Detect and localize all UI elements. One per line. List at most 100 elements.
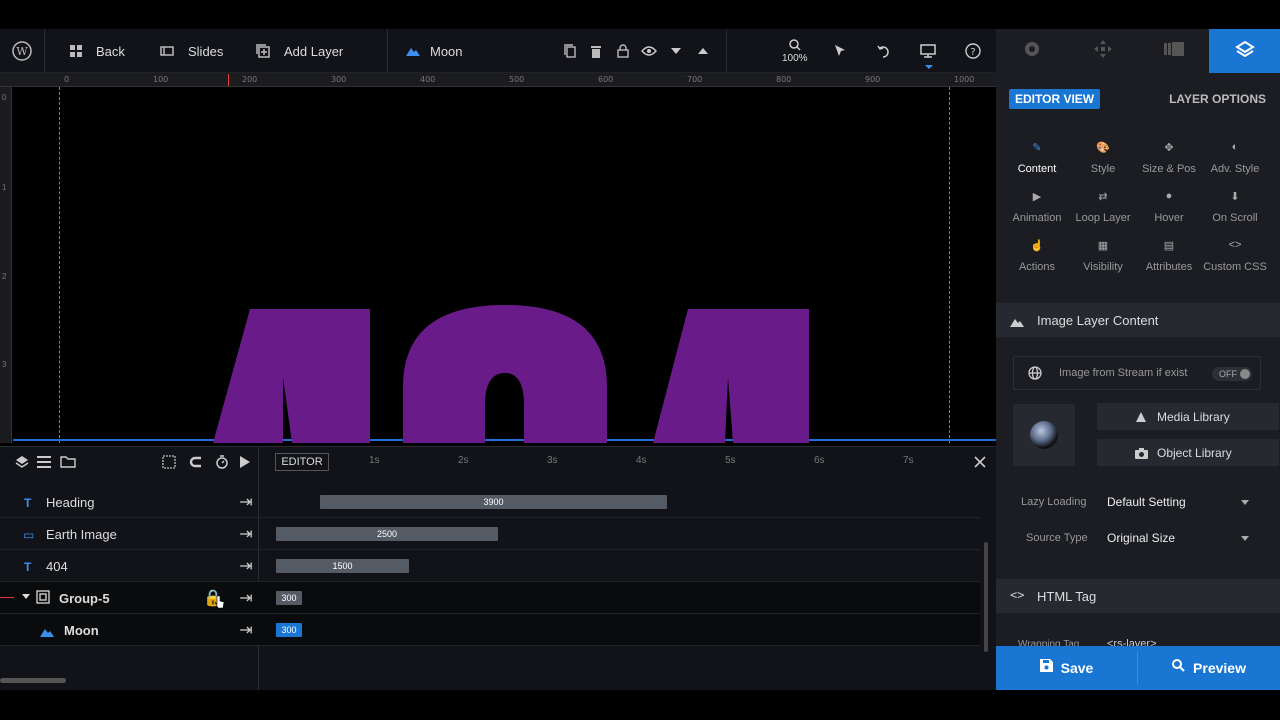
option-attributes[interactable]: ▤ Attributes <box>1136 239 1202 273</box>
option-actions[interactable]: ☝ Actions <box>1004 239 1070 273</box>
object-library-button[interactable]: Object Library <box>1097 439 1279 466</box>
layer-row-404[interactable]: T 404 ⇥ 1500 <box>0 550 980 582</box>
trash-icon[interactable] <box>588 43 604 59</box>
timeline-horizontal-scrollbar[interactable] <box>0 678 66 683</box>
close-icon[interactable] <box>972 454 988 470</box>
preview-button[interactable]: Preview <box>1138 646 1280 690</box>
editor-view-badge[interactable]: EDITOR VIEW <box>1009 89 1101 109</box>
layer-duration-bar[interactable]: 3900 <box>320 495 667 509</box>
collapse-right-icon[interactable]: ⇥ <box>238 590 254 607</box>
option-on-scroll[interactable]: ⬇ On Scroll <box>1202 190 1268 224</box>
media-library-icon <box>1135 410 1147 428</box>
eye-icon[interactable] <box>641 43 657 59</box>
layer-row-earth-image[interactable]: ▭ Earth Image ⇥ 2500 <box>0 518 980 550</box>
option-animation[interactable]: ▶ Animation <box>1004 190 1070 224</box>
save-button[interactable]: Save <box>996 646 1137 690</box>
option-custom-css[interactable]: <> Custom CSS <box>1202 239 1268 273</box>
lazy-loading-select[interactable]: Default Setting <box>1097 489 1259 515</box>
desktop-icon[interactable] <box>920 43 936 59</box>
media-library-button[interactable]: Media Library <box>1097 403 1279 430</box>
select-icon[interactable] <box>161 454 177 470</box>
timeline-vertical-scrollbar[interactable] <box>984 542 988 652</box>
layer-duration-bar[interactable]: 2500 <box>276 527 498 541</box>
layers-tab[interactable] <box>1209 29 1280 73</box>
settings-tab[interactable] <box>996 29 1067 73</box>
layer-row-moon[interactable]: Moon ⇥ 300 <box>0 614 980 646</box>
svg-text:?: ? <box>970 47 975 58</box>
editor-tab[interactable]: EDITOR <box>275 453 329 471</box>
stream-toggle[interactable]: OFF <box>1212 367 1252 381</box>
layer-row-group-5[interactable]: Group-5 🔒 ⇥ 300 <box>0 582 980 614</box>
list-icon[interactable] <box>36 454 52 470</box>
globe-icon <box>1028 366 1042 385</box>
option-visibility[interactable]: ▦ Visibility <box>1070 239 1136 273</box>
stream-label: Image from Stream if exist <box>1059 367 1188 379</box>
toggle-label: OFF <box>1219 369 1237 379</box>
pointer-icon: ☝ <box>1030 240 1044 252</box>
preview-label: Preview <box>1193 660 1246 676</box>
layer-duration-bar[interactable]: 300 <box>276 591 302 605</box>
current-layer-selector[interactable]: Moon <box>406 29 463 73</box>
image-stack-icon <box>1163 41 1184 62</box>
expand-caret-icon[interactable] <box>22 594 30 599</box>
source-type-label: Source Type <box>1026 532 1088 544</box>
option-label: Actions <box>1018 261 1056 273</box>
layer-name: Moon <box>64 623 99 638</box>
layer-row-heading[interactable]: T Heading ⇥ 3900 <box>0 486 980 518</box>
option-content[interactable]: ✎ Content <box>1004 141 1070 175</box>
text-404[interactable]: 404 <box>13 87 996 443</box>
action-bar: Save Preview <box>996 646 1280 690</box>
layers-stack-icon[interactable] <box>14 454 30 470</box>
play-icon[interactable] <box>237 454 253 470</box>
magnet-icon[interactable] <box>188 454 204 470</box>
image-layer-content-section[interactable]: Image Layer Content <box>996 303 1280 337</box>
source-type-select[interactable]: Original Size <box>1097 525 1259 551</box>
duplicate-icon[interactable] <box>562 43 578 59</box>
help-icon[interactable]: ? <box>965 43 981 59</box>
group-marker <box>0 597 14 598</box>
folder-icon[interactable] <box>60 454 76 470</box>
option-label: Visibility <box>1083 261 1123 273</box>
add-layer-button[interactable]: Add Layer <box>256 29 343 73</box>
option-label: Size & Pos <box>1142 163 1196 175</box>
option-style[interactable]: 🎨 Style <box>1070 141 1136 175</box>
collapse-right-icon[interactable]: ⇥ <box>238 494 254 511</box>
media-tab[interactable] <box>1138 29 1209 73</box>
zoom-control[interactable]: 100% <box>782 29 808 73</box>
option-label: Animation <box>1012 212 1062 224</box>
wordpress-logo-icon[interactable]: W <box>12 29 32 73</box>
arrow-down-icon[interactable] <box>668 43 684 59</box>
slides-button[interactable]: Slides <box>160 29 223 73</box>
collapse-right-icon[interactable]: ⇥ <box>238 526 254 543</box>
option-loop-layer[interactable]: ⇄ Loop Layer <box>1070 190 1136 224</box>
collapse-right-icon[interactable]: ⇥ <box>238 622 254 639</box>
zoom-value: 100% <box>782 52 808 64</box>
grid-icon <box>70 45 82 57</box>
image-thumbnail[interactable] <box>1013 404 1075 466</box>
arrow-up-icon[interactable] <box>695 43 711 59</box>
option-size-pos[interactable]: ✥ Size & Pos <box>1136 141 1202 175</box>
ruler-marker <box>228 74 229 86</box>
html-tag-section[interactable]: <> HTML Tag <box>996 579 1280 613</box>
option-adv-style[interactable]: ◐ Adv. Style <box>1202 141 1268 175</box>
palette-icon: 🎨 <box>1096 142 1110 154</box>
layer-name: Earth Image <box>46 527 117 542</box>
layer-duration-bar[interactable]: 1500 <box>276 559 409 573</box>
back-button[interactable]: Back <box>70 29 125 73</box>
cursor-icon[interactable] <box>832 43 848 59</box>
slide-canvas[interactable]: 404 <box>13 87 996 443</box>
navigation-tab[interactable] <box>1067 29 1138 73</box>
search-icon <box>789 38 801 51</box>
layer-duration-bar[interactable]: 300 <box>276 623 302 637</box>
move-icon <box>1093 39 1112 63</box>
ruler-tick-label: 500 <box>509 75 525 84</box>
current-layer-label: Moon <box>430 43 463 59</box>
layer-options-title: LAYER OPTIONS <box>1169 92 1266 106</box>
undo-icon[interactable] <box>876 43 892 59</box>
timer-icon[interactable] <box>214 454 230 470</box>
time-tick-label: 7s <box>903 455 914 466</box>
lock-icon[interactable] <box>615 43 631 59</box>
option-hover[interactable]: ● Hover <box>1136 190 1202 224</box>
option-label: Attributes <box>1145 261 1193 273</box>
collapse-right-icon[interactable]: ⇥ <box>238 558 254 575</box>
